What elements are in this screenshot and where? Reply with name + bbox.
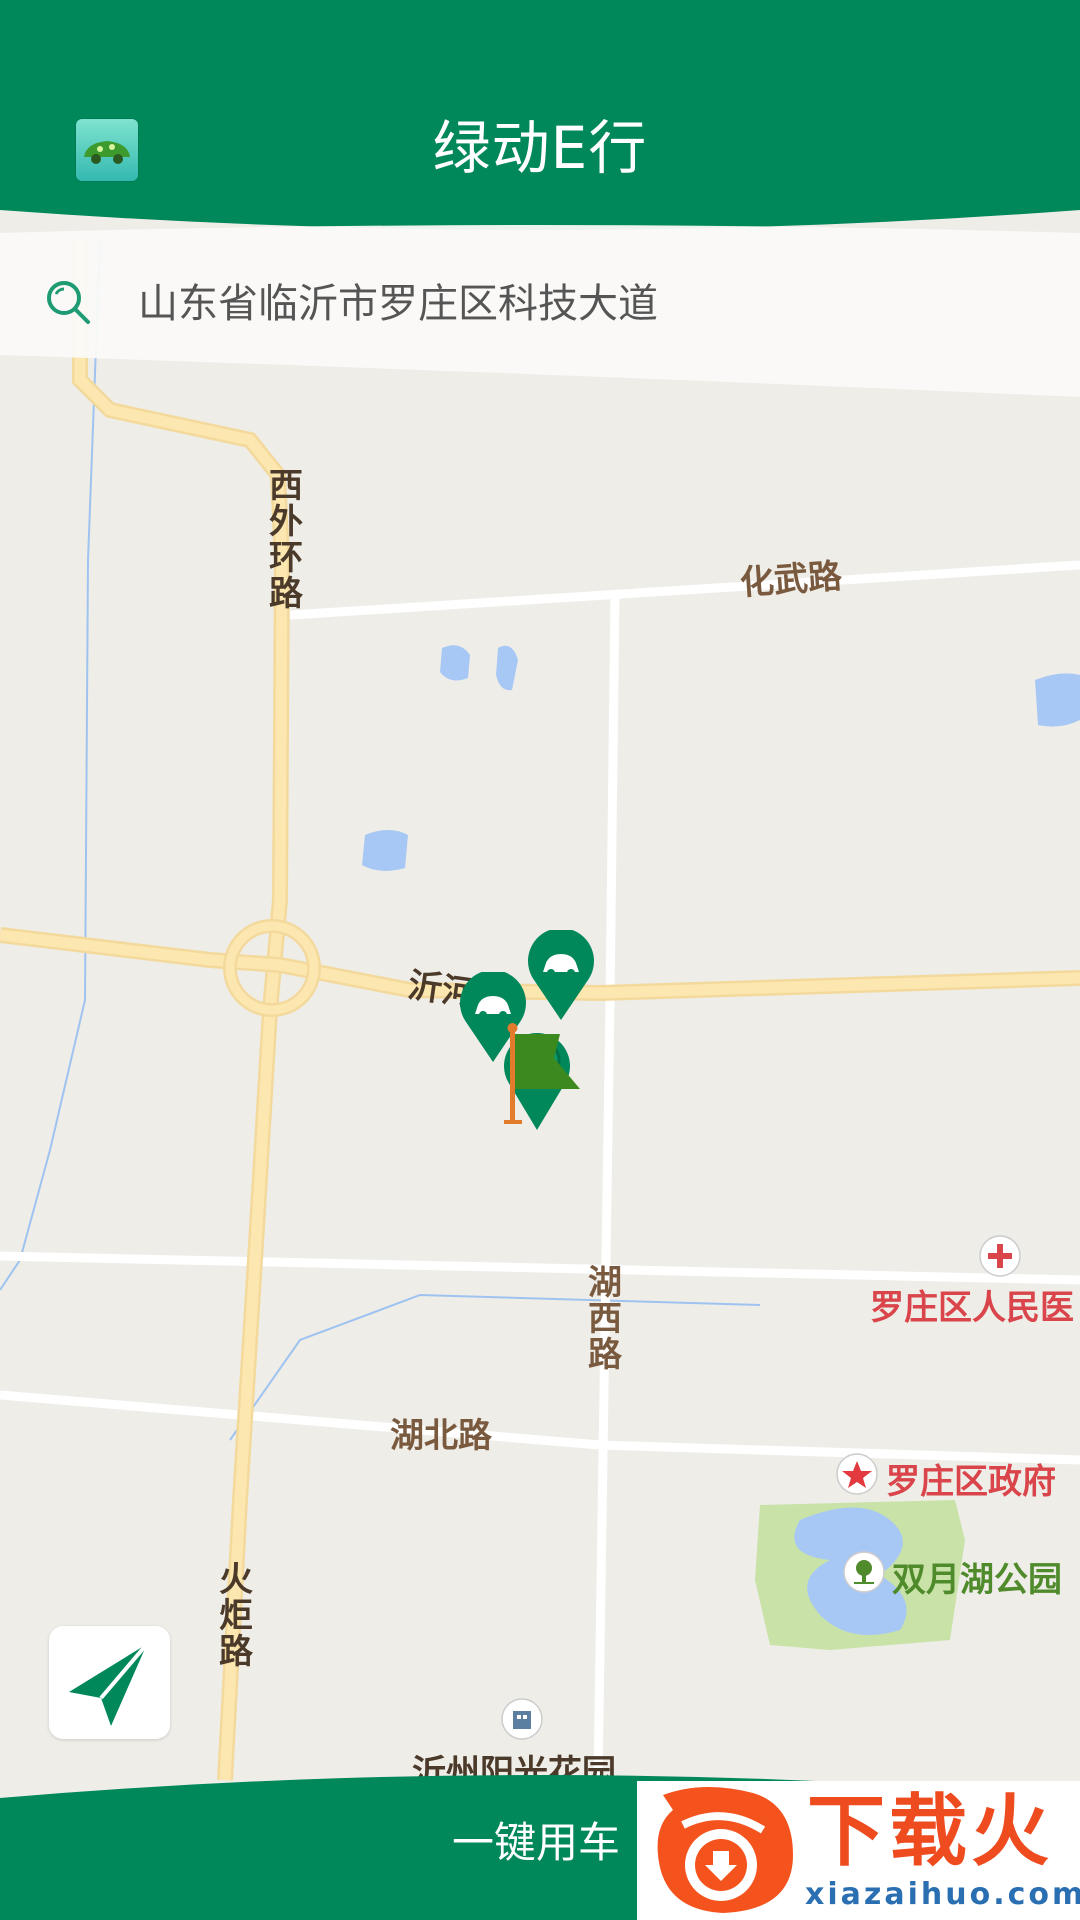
poi-park[interactable]: 双月湖公园 bbox=[892, 1552, 1062, 1601]
car-marker[interactable] bbox=[526, 930, 596, 1022]
pond-3 bbox=[362, 830, 408, 871]
poi-hospital[interactable]: 罗庄区人民医 bbox=[870, 1280, 1074, 1329]
road-label-huxi: 湖西路 bbox=[588, 1263, 622, 1375]
locate-button[interactable] bbox=[49, 1626, 170, 1739]
navigation-arrow-icon bbox=[69, 1642, 149, 1726]
destination-flag-icon[interactable] bbox=[500, 1022, 584, 1126]
poi-government[interactable]: 罗庄区政府 bbox=[886, 1454, 1056, 1503]
road-label-xiwaihuan: 西外环路 bbox=[269, 466, 303, 614]
flame-logo-icon bbox=[657, 1786, 793, 1913]
government-star-icon[interactable] bbox=[835, 1452, 879, 1496]
app-header: 绿动E行 bbox=[0, 0, 1080, 235]
road-label-huawu: 化武路 bbox=[738, 556, 844, 604]
park-tree-icon[interactable] bbox=[842, 1550, 886, 1594]
watermark-brand: 下载火 bbox=[807, 1787, 1054, 1877]
road-label-hubei: 湖北路 bbox=[390, 1416, 492, 1456]
pond-4 bbox=[1035, 673, 1080, 727]
watermark: 下载火 xiazaihuo.com bbox=[637, 1781, 1080, 1920]
watermark-url: xiazaihuo.com bbox=[805, 1877, 1080, 1912]
search-icon[interactable] bbox=[44, 278, 92, 326]
hospital-icon[interactable] bbox=[978, 1234, 1022, 1278]
search-input[interactable]: 山东省临沂市罗庄区科技大道 bbox=[138, 276, 658, 332]
use-car-button[interactable]: 一键用车 bbox=[452, 1815, 620, 1871]
page-title: 绿动E行 bbox=[432, 114, 648, 182]
building-icon[interactable] bbox=[500, 1697, 544, 1741]
road-label-huoju: 火炬路 bbox=[219, 1560, 253, 1672]
pond-1 bbox=[440, 645, 470, 681]
